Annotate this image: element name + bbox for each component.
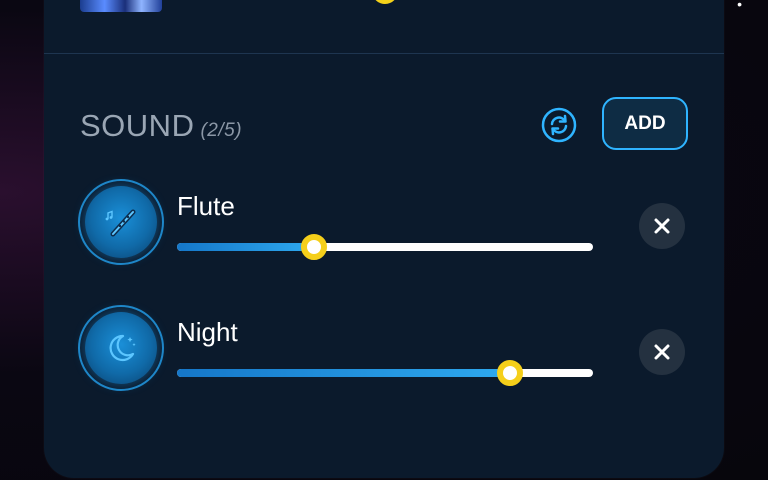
close-icon xyxy=(654,344,670,360)
section-title: SOUND (2/5) xyxy=(80,108,242,144)
sound-icon-badge[interactable] xyxy=(78,305,164,391)
remove-sound-button[interactable] xyxy=(639,329,685,375)
volume-slider[interactable] xyxy=(177,234,593,260)
more-icon[interactable]: • xyxy=(737,0,742,12)
icon-ring xyxy=(78,179,164,265)
divider xyxy=(44,53,724,54)
sound-item-flute: Flute xyxy=(44,179,724,269)
slider-thumb[interactable] xyxy=(496,360,523,386)
ambient-thumbnail[interactable] xyxy=(80,0,162,12)
slider-thumb[interactable] xyxy=(301,234,328,260)
volume-slider[interactable] xyxy=(177,360,593,386)
slider-fill xyxy=(177,243,315,251)
refresh-button[interactable] xyxy=(541,107,577,143)
icon-ring xyxy=(78,305,164,391)
add-sound-button[interactable]: ADD xyxy=(602,97,688,150)
section-title-label: SOUND xyxy=(80,108,195,143)
sound-panel: SOUND (2/5) ADD Flute Night xyxy=(44,0,724,478)
sound-count: (2/5) xyxy=(200,120,243,141)
refresh-icon xyxy=(541,107,577,143)
slider-fill xyxy=(177,369,510,377)
sound-icon-badge[interactable] xyxy=(78,179,164,265)
sound-name: Flute xyxy=(177,191,235,221)
remove-sound-button[interactable] xyxy=(639,203,685,249)
sound-name: Night xyxy=(177,317,238,347)
close-icon xyxy=(654,218,670,234)
sound-item-night: Night xyxy=(44,305,724,395)
top-slider-thumb[interactable] xyxy=(372,0,398,4)
